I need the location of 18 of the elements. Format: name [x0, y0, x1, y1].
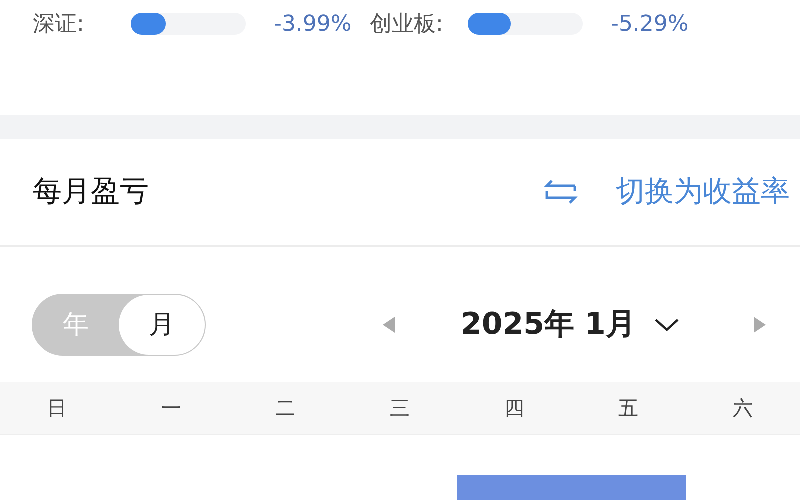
index-label: 创业板:	[370, 11, 444, 39]
weekday-label: 一	[160, 394, 182, 422]
weekday-label: 二	[274, 394, 297, 422]
switch-link[interactable]: 切换为收益率	[616, 172, 790, 212]
weekday-label: 日	[46, 394, 68, 422]
next-icon[interactable]	[752, 314, 768, 334]
mode-segment[interactable]: 月	[119, 294, 205, 354]
prev-icon[interactable]	[381, 314, 397, 334]
index-change: -5.29%	[611, 12, 689, 36]
weekday-label: 六	[732, 394, 754, 422]
weekday-label: 四	[503, 394, 526, 422]
section-title: 每月盈亏	[33, 173, 150, 210]
month-title[interactable]: 2025年 1月	[461, 304, 636, 345]
index-change: -3.99%	[274, 12, 352, 36]
weekday-label: 五	[618, 394, 640, 422]
index-label: 深证:	[33, 11, 86, 39]
chevron-down-icon[interactable]	[654, 316, 680, 332]
weekday-label: 三	[388, 394, 411, 422]
